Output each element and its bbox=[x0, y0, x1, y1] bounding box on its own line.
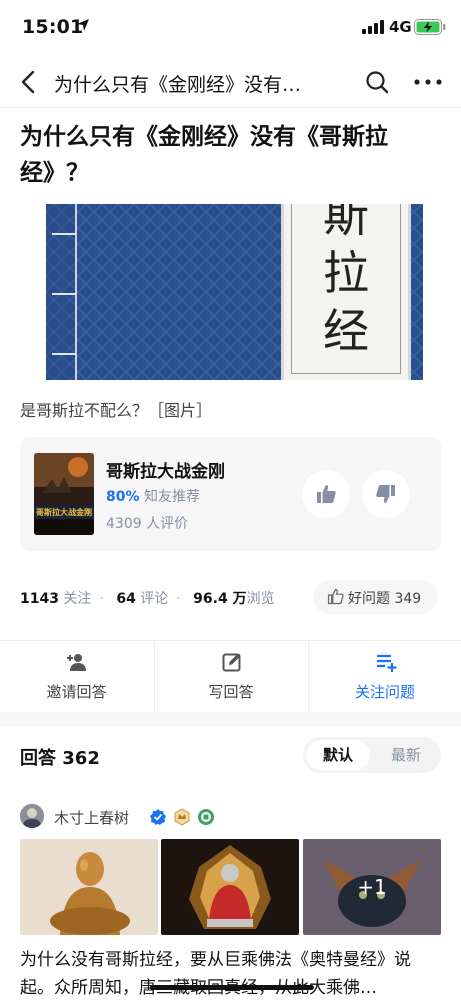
creator-badge-icon bbox=[174, 808, 190, 826]
invite-answer-label: 邀请回答 bbox=[46, 683, 107, 701]
answer-text: 为什么没有哥斯拉经，要从巨乘佛法《奥特曼经》说起。众所周知，唐三藏取回真经，从此… bbox=[20, 950, 411, 998]
recommend-button[interactable] bbox=[302, 470, 350, 518]
home-indicator bbox=[150, 985, 314, 990]
answers-header: 回答 362 bbox=[20, 748, 100, 769]
answer-image-monster[interactable]: +1 bbox=[303, 839, 441, 935]
follow-question-button[interactable]: 关注问题 bbox=[308, 641, 461, 713]
question-title: 为什么只有《金刚经》没有《哥斯拉经》？ bbox=[20, 124, 388, 186]
good-question-button[interactable]: 好问题 349 bbox=[313, 580, 438, 614]
poster-artwork: 哥斯拉大战金刚 bbox=[34, 453, 94, 535]
status-time: 15:01 bbox=[22, 16, 84, 38]
poster-title-art: 哥斯拉大战金刚 bbox=[36, 507, 92, 517]
thumbs-down-icon bbox=[376, 485, 395, 503]
edit-icon bbox=[222, 653, 241, 672]
follow-list-icon bbox=[377, 654, 397, 672]
answer-image-buddha-gold[interactable] bbox=[20, 839, 158, 935]
review-count: 4309 人评价 bbox=[106, 516, 189, 532]
top-nav-bar: 为什么只有《金刚经》没有… bbox=[0, 56, 461, 108]
more-options-icon[interactable] bbox=[414, 79, 442, 85]
answer-excerpt[interactable]: 为什么没有哥斯拉经，要从巨乘佛法《奥特曼经》说起。众所周知，唐三藏取回真经，从此… bbox=[20, 946, 441, 1000]
follow-question-label: 关注问题 bbox=[354, 683, 415, 701]
nav-title: 为什么只有《金刚经》没有… bbox=[54, 74, 302, 96]
back-arrow-icon[interactable] bbox=[18, 70, 40, 94]
thumbs-up-icon bbox=[317, 485, 336, 503]
status-bar: 15:01 4G bbox=[0, 0, 461, 56]
signal-icon bbox=[362, 20, 384, 34]
avatar[interactable] bbox=[20, 804, 44, 828]
answer-image-buddha-red[interactable] bbox=[161, 839, 299, 935]
author-name[interactable]: 木寸上春树 bbox=[54, 807, 129, 828]
thumbs-up-outline-icon bbox=[327, 588, 344, 605]
comment-label[interactable]: 评论 bbox=[140, 591, 168, 607]
follow-count: 1143 bbox=[20, 591, 59, 607]
achievement-badge-icon bbox=[198, 809, 214, 825]
good-question-label: 好问题 349 bbox=[348, 591, 422, 607]
movie-title: 哥斯拉大战金刚 bbox=[106, 462, 225, 482]
verified-badge-icon bbox=[150, 809, 166, 825]
question-image[interactable]: 斯拉经 bbox=[46, 204, 423, 380]
battery-charging-icon bbox=[414, 19, 446, 35]
invite-answer-button[interactable]: 邀请回答 bbox=[0, 641, 153, 713]
sort-default-button[interactable]: 默认 bbox=[306, 740, 370, 770]
movie-rating: 80% 知友推荐 bbox=[106, 486, 200, 506]
invite-user-icon bbox=[67, 654, 86, 671]
not-recommend-button[interactable] bbox=[362, 470, 410, 518]
question-actions: 邀请回答 写回答 关注问题 bbox=[0, 640, 461, 713]
location-arrow-icon bbox=[77, 19, 89, 31]
more-images-count: +1 bbox=[357, 875, 387, 899]
movie-poster[interactable]: 哥斯拉大战金刚 bbox=[34, 453, 94, 535]
question-stats: 1143 关注 · 64 评论 · 96.4 万浏览 bbox=[20, 591, 275, 607]
book-title-text: 斯拉经 bbox=[323, 204, 369, 358]
write-answer-label: 写回答 bbox=[208, 683, 254, 701]
rating-percent: 80% bbox=[106, 489, 140, 505]
sort-latest-button[interactable]: 最新 bbox=[374, 740, 438, 770]
view-label: 浏览 bbox=[246, 591, 275, 607]
sort-toggle: 默认 最新 bbox=[303, 737, 441, 773]
write-answer-button[interactable]: 写回答 bbox=[154, 641, 307, 713]
section-divider bbox=[0, 712, 461, 726]
book-title-label: 斯拉经 bbox=[281, 204, 411, 380]
view-count: 96.4 万 bbox=[193, 591, 247, 607]
movie-card[interactable]: 哥斯拉大战金刚 哥斯拉大战金刚 80% 知友推荐 4309 人评价 bbox=[20, 437, 441, 551]
question-description[interactable]: 是哥斯拉不配么？［图片］ bbox=[20, 397, 212, 421]
comment-count[interactable]: 64 bbox=[116, 591, 135, 607]
search-icon[interactable] bbox=[365, 70, 389, 94]
follow-label: 关注 bbox=[63, 591, 92, 607]
answer-images: +1 bbox=[20, 839, 441, 935]
network-type: 4G bbox=[389, 18, 412, 36]
rating-label: 知友推荐 bbox=[143, 489, 200, 505]
